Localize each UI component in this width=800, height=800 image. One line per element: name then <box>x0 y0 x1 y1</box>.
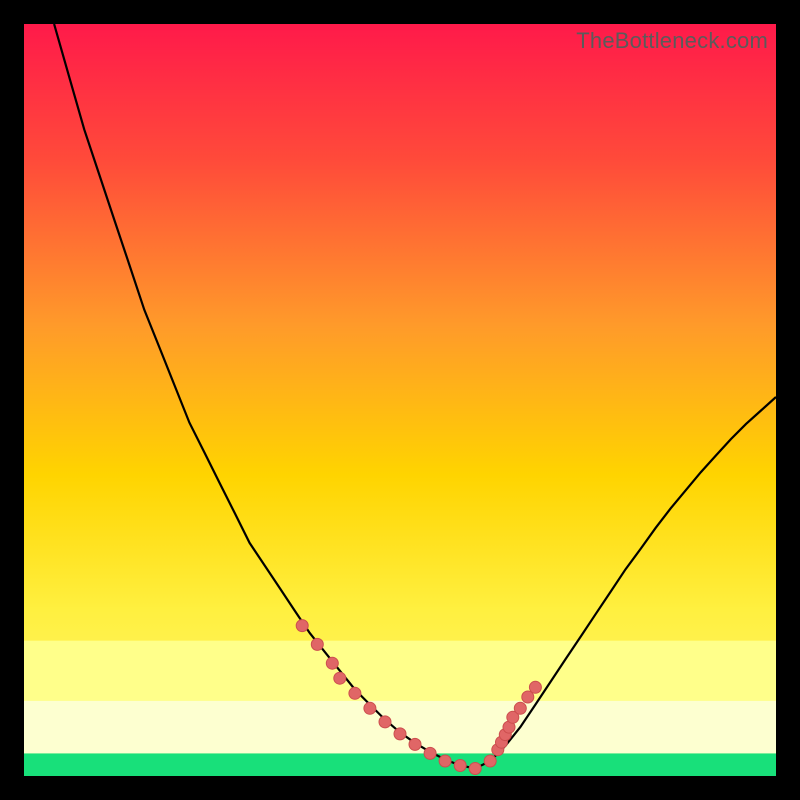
marker-point <box>394 728 406 740</box>
marker-point <box>514 702 526 714</box>
marker-point <box>334 672 346 684</box>
marker-point <box>326 657 338 669</box>
marker-point <box>296 620 308 632</box>
bottom-bands <box>24 641 776 776</box>
band-green <box>24 753 776 776</box>
marker-point <box>349 687 361 699</box>
chart-svg <box>24 24 776 776</box>
band-pale <box>24 701 776 754</box>
marker-point <box>484 755 496 767</box>
marker-point <box>379 716 391 728</box>
marker-point <box>454 760 466 772</box>
watermark-text: TheBottleneck.com <box>576 28 768 54</box>
chart-frame: TheBottleneck.com <box>24 24 776 776</box>
marker-point <box>469 763 481 775</box>
marker-point <box>439 755 451 767</box>
marker-point <box>424 747 436 759</box>
band-lower <box>24 641 776 701</box>
marker-point <box>311 638 323 650</box>
marker-point <box>409 738 421 750</box>
marker-point <box>529 681 541 693</box>
marker-point <box>364 702 376 714</box>
